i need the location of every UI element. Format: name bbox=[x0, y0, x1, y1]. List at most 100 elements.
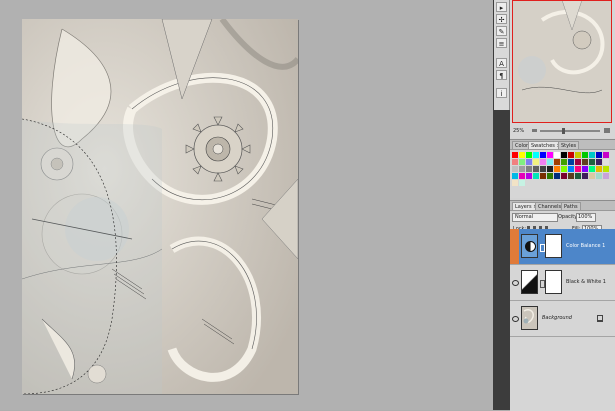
color-swatch[interactable] bbox=[547, 166, 553, 172]
color-swatch[interactable] bbox=[540, 159, 546, 165]
color-swatch[interactable] bbox=[603, 152, 609, 158]
color-swatch[interactable] bbox=[526, 173, 532, 179]
color-swatch[interactable] bbox=[582, 159, 588, 165]
color-swatch[interactable] bbox=[540, 166, 546, 172]
layer-name[interactable]: Background bbox=[542, 315, 572, 321]
layer-name[interactable]: Black & White 1 bbox=[566, 279, 606, 285]
color-swatch[interactable] bbox=[589, 173, 595, 179]
color-swatch[interactable] bbox=[512, 166, 518, 172]
tools-strip: ▸ ✢ ✎ ≡ A ¶ i bbox=[494, 0, 510, 110]
lock-icon bbox=[597, 315, 603, 322]
color-swatch[interactable] bbox=[575, 173, 581, 179]
color-swatch[interactable] bbox=[512, 152, 518, 158]
color-swatch[interactable] bbox=[547, 159, 553, 165]
color-swatch[interactable] bbox=[589, 152, 595, 158]
tab-channels[interactable]: Channels bbox=[535, 202, 565, 210]
opacity-value: 100% bbox=[578, 214, 593, 220]
type-tool-icon[interactable]: A bbox=[496, 58, 507, 68]
color-swatch[interactable] bbox=[589, 159, 595, 165]
layer-name[interactable]: Color Balance 1 bbox=[566, 243, 605, 249]
paragraph-tool-icon[interactable]: ¶ bbox=[496, 70, 507, 80]
swatches-tabbar: Color Swatches × Styles bbox=[510, 140, 615, 150]
zoom-slider[interactable] bbox=[540, 128, 600, 134]
zoom-in-icon[interactable] bbox=[604, 128, 610, 133]
blend-mode-select[interactable]: Normal bbox=[512, 213, 558, 222]
color-swatch[interactable] bbox=[561, 166, 567, 172]
color-swatch[interactable] bbox=[568, 159, 574, 165]
color-swatch[interactable] bbox=[589, 166, 595, 172]
color-swatch[interactable] bbox=[568, 173, 574, 179]
color-swatch[interactable] bbox=[596, 173, 602, 179]
opacity-field[interactable]: 100% bbox=[576, 213, 596, 222]
color-swatch[interactable] bbox=[533, 173, 539, 179]
tab-styles[interactable]: Styles bbox=[558, 141, 580, 149]
color-swatch[interactable] bbox=[568, 152, 574, 158]
color-swatch[interactable] bbox=[526, 159, 532, 165]
color-swatch[interactable] bbox=[519, 152, 525, 158]
color-swatch[interactable] bbox=[533, 152, 539, 158]
zoom-slider-thumb[interactable] bbox=[562, 128, 565, 134]
layer-mask-thumbnail bbox=[545, 234, 562, 258]
color-swatch[interactable] bbox=[582, 166, 588, 172]
canvas-area[interactable] bbox=[0, 0, 493, 410]
color-swatch[interactable] bbox=[582, 152, 588, 158]
color-swatch[interactable] bbox=[519, 159, 525, 165]
color-swatch[interactable] bbox=[519, 166, 525, 172]
color-swatch[interactable] bbox=[526, 152, 532, 158]
color-swatch[interactable] bbox=[561, 159, 567, 165]
color-swatch[interactable] bbox=[512, 159, 518, 165]
eye-icon[interactable] bbox=[510, 229, 519, 264]
color-swatch[interactable] bbox=[596, 159, 602, 165]
color-swatch[interactable] bbox=[561, 173, 567, 179]
brush-tool-icon[interactable]: ✎ bbox=[496, 26, 507, 36]
eye-icon[interactable] bbox=[512, 280, 519, 286]
color-swatch[interactable] bbox=[596, 152, 602, 158]
color-swatch[interactable] bbox=[603, 173, 609, 179]
color-swatch[interactable] bbox=[533, 159, 539, 165]
color-swatch[interactable] bbox=[512, 173, 518, 179]
color-swatch[interactable] bbox=[554, 152, 560, 158]
navigator-view-box[interactable] bbox=[512, 0, 612, 123]
arrow-tool-icon[interactable]: ▸ bbox=[496, 2, 507, 12]
history-tool-icon[interactable]: ≡ bbox=[496, 38, 507, 48]
color-swatch[interactable] bbox=[561, 152, 567, 158]
color-swatch[interactable] bbox=[540, 152, 546, 158]
layer-row-background[interactable]: Background bbox=[510, 301, 615, 337]
color-swatch[interactable] bbox=[519, 180, 525, 186]
color-swatch[interactable] bbox=[554, 159, 560, 165]
color-swatch[interactable] bbox=[519, 173, 525, 179]
crop-tool-icon[interactable]: ✢ bbox=[496, 14, 507, 24]
color-swatch[interactable] bbox=[533, 166, 539, 172]
balance-scale-icon bbox=[525, 241, 536, 252]
zoom-out-icon[interactable] bbox=[532, 129, 537, 132]
color-swatch[interactable] bbox=[603, 159, 609, 165]
eye-icon[interactable] bbox=[512, 316, 519, 322]
navigator-thumbnail[interactable] bbox=[512, 0, 612, 123]
color-swatch[interactable] bbox=[554, 166, 560, 172]
color-swatch[interactable] bbox=[526, 166, 532, 172]
info-tool-icon[interactable]: i bbox=[496, 88, 507, 98]
color-swatch[interactable] bbox=[547, 173, 553, 179]
color-swatch[interactable] bbox=[540, 173, 546, 179]
color-swatch[interactable] bbox=[575, 166, 581, 172]
zoom-value[interactable]: 25% bbox=[513, 128, 524, 134]
background-thumbnail-image bbox=[523, 308, 535, 324]
color-swatch[interactable] bbox=[554, 173, 560, 179]
swatches-panel: Color Swatches × Styles bbox=[510, 139, 615, 198]
artwork-image bbox=[22, 19, 298, 394]
color-swatch[interactable] bbox=[568, 166, 574, 172]
color-swatch[interactable] bbox=[575, 152, 581, 158]
color-swatch[interactable] bbox=[512, 180, 518, 186]
color-swatch[interactable] bbox=[547, 152, 553, 158]
color-swatch[interactable] bbox=[575, 159, 581, 165]
layers-tabbar: Layers × Channels Paths bbox=[510, 201, 615, 211]
tab-paths[interactable]: Paths bbox=[561, 202, 581, 210]
color-swatch[interactable] bbox=[596, 166, 602, 172]
color-swatch[interactable] bbox=[582, 173, 588, 179]
document-canvas[interactable] bbox=[22, 19, 298, 394]
layer-row-black-white[interactable]: Black & White 1 bbox=[510, 265, 615, 301]
layer-thumbnail bbox=[521, 306, 538, 330]
color-swatch[interactable] bbox=[603, 166, 609, 172]
layers-panel: Layers × Channels Paths Normal Opacity: … bbox=[510, 200, 615, 411]
layer-row-color-balance[interactable]: Color Balance 1 bbox=[510, 229, 615, 265]
